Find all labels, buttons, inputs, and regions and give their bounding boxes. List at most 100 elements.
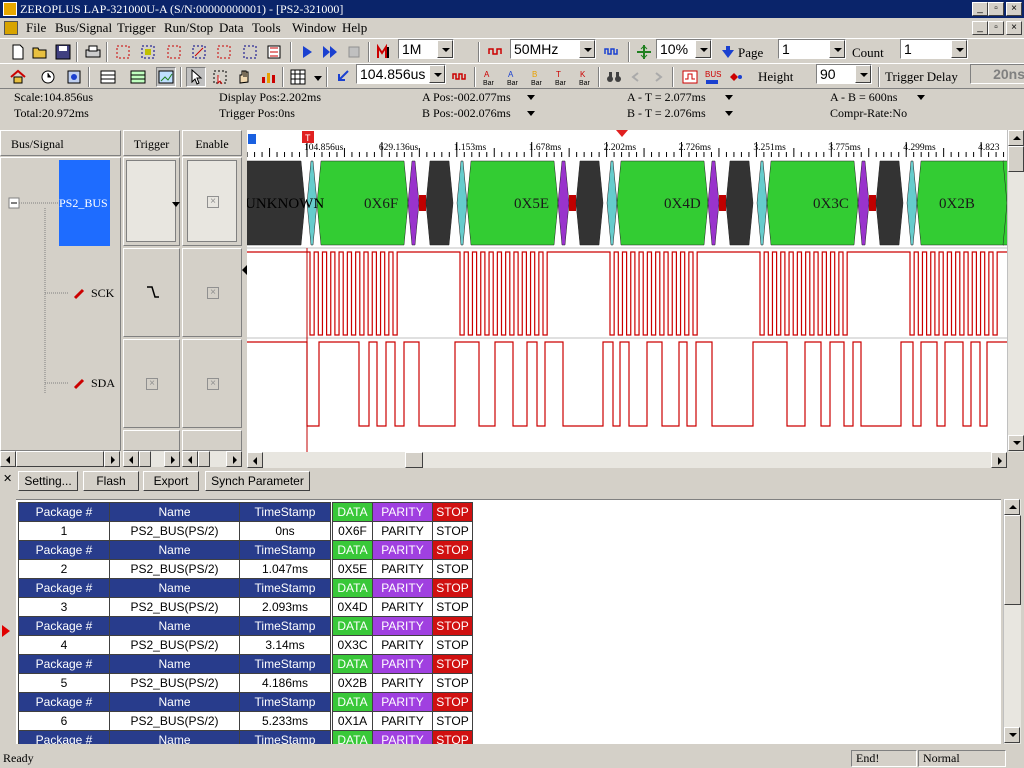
bus-enable-x-icon[interactable]: × <box>207 196 219 208</box>
search-prev-icon[interactable] <box>626 67 646 87</box>
packet-row[interactable]: 6 PS2_BUS(PS/2) 5.233ms 0X1A PARITY STOP <box>18 711 473 731</box>
trigger-tool-3-icon[interactable] <box>164 42 184 62</box>
trigger-settings-icon[interactable] <box>680 67 700 87</box>
sample-rate-select[interactable]: 50MHz <box>510 39 596 59</box>
waveform-hscroll[interactable] <box>247 452 1007 468</box>
close-button[interactable]: × <box>1006 2 1022 16</box>
page-select[interactable]: 1 <box>778 39 846 59</box>
export-button[interactable]: Export <box>143 471 199 491</box>
bus-segment-stop[interactable] <box>869 195 876 211</box>
grid-2-icon[interactable] <box>128 67 148 87</box>
sda-enable-x-icon[interactable]: × <box>207 378 219 390</box>
sck-enable-cell[interactable]: × <box>182 248 242 337</box>
bus-segment-idle[interactable] <box>425 160 454 246</box>
waveform-view[interactable]: 104.856us 629.136us 1.153ms 1.678ms 2.202ms 2… <box>247 130 1007 452</box>
bus-segment-stop[interactable] <box>419 195 426 211</box>
run-repeat-icon[interactable] <box>320 42 340 62</box>
packet-table[interactable]: Package # Name TimeStamp DATA PARITY STO… <box>18 654 473 693</box>
sample-rate-icon[interactable] <box>486 42 506 62</box>
trigger-tool-5-icon[interactable] <box>214 42 234 62</box>
scale-select[interactable]: 104.856us <box>356 64 446 84</box>
packet-table[interactable]: Package # Name TimeStamp DATA PARITY STO… <box>18 616 473 655</box>
menu-run-stop[interactable]: Run/Stop <box>164 20 213 36</box>
memory-icon[interactable] <box>375 42 395 62</box>
print-icon[interactable] <box>83 42 103 62</box>
signal-sda-label[interactable]: SDA <box>91 376 115 391</box>
packet-table[interactable]: Package # Name TimeStamp DATA PARITY STO… <box>18 692 473 731</box>
bus-name-ps2[interactable]: PS2_BUS (P <box>59 160 110 246</box>
menu-tools[interactable]: Tools <box>252 20 281 36</box>
menu-help[interactable]: Help <box>342 20 367 36</box>
bus-segment-idle[interactable] <box>725 160 754 246</box>
sda-waveform[interactable] <box>247 341 1007 427</box>
doc-close-button[interactable]: × <box>1006 21 1022 35</box>
stop-icon[interactable] <box>344 42 364 62</box>
menu-file[interactable]: File <box>26 20 46 36</box>
packet-row[interactable]: 4 PS2_BUS(PS/2) 3.14ms 0X3C PARITY STOP <box>18 635 473 655</box>
clock-icon[interactable] <box>38 67 58 87</box>
run-icon[interactable] <box>297 42 317 62</box>
menu-data[interactable]: Data <box>219 20 244 36</box>
b-minus-t-dropdown[interactable] <box>725 111 733 116</box>
grid-3-icon[interactable] <box>156 67 176 87</box>
signal-panel-hscroll[interactable] <box>0 451 121 467</box>
bus-segment-parity[interactable] <box>857 160 870 246</box>
trigger-panel-hscroll[interactable] <box>123 451 180 467</box>
hand-pan-icon[interactable] <box>234 67 254 87</box>
a-pos-dropdown[interactable] <box>527 95 535 100</box>
goto-position-icon[interactable] <box>332 67 352 87</box>
trigger-tool-6-icon[interactable] <box>240 42 260 62</box>
packet-row[interactable]: 2 PS2_BUS(PS/2) 1.047ms 0X5E PARITY STOP <box>18 559 473 579</box>
zoom-select[interactable]: 10% <box>656 39 712 59</box>
flash-button[interactable]: Flash <box>83 471 139 491</box>
a-minus-b-dropdown[interactable] <box>917 95 925 100</box>
bus-waveform[interactable] <box>247 160 1007 246</box>
bus-segment-parity[interactable] <box>707 160 720 246</box>
packet-row[interactable]: 3 PS2_BUS(PS/2) 2.093ms 0X4D PARITY STOP <box>18 597 473 617</box>
binoculars-icon[interactable] <box>604 67 624 87</box>
bus-enable-cell[interactable]: × <box>182 157 242 246</box>
sda-enable-cell[interactable]: × <box>182 339 242 428</box>
waveform-canvas[interactable]: 104.856us 629.136us 1.153ms 1.678ms 2.202ms 2… <box>247 130 1007 452</box>
zoom-fit-icon[interactable] <box>634 42 654 62</box>
doc-restore-button[interactable]: ▫ <box>988 21 1004 35</box>
bus-segment-idle[interactable] <box>875 160 904 246</box>
sda-trigger-cell[interactable]: × <box>123 339 180 428</box>
packet-list[interactable]: Package # Name TimeStamp DATA PARITY STO… <box>16 499 1001 744</box>
height-select[interactable]: 90 <box>816 64 872 84</box>
bus-trigger-dropdown[interactable] <box>172 202 180 207</box>
save-icon[interactable] <box>53 42 73 62</box>
trigger-tool-7-icon[interactable] <box>264 42 284 62</box>
waveform-vscroll[interactable] <box>1007 130 1024 452</box>
new-file-icon[interactable] <box>8 42 28 62</box>
bus-segment-start[interactable] <box>756 160 768 246</box>
signal-sck-label[interactable]: SCK <box>91 286 114 301</box>
bus-segment-start[interactable] <box>606 160 618 246</box>
packet-table[interactable]: Package # Name TimeStamp DATA PARITY STO… <box>18 502 473 541</box>
bar-b-icon[interactable]: A Bar <box>504 67 524 87</box>
color-settings-icon[interactable] <box>726 67 746 87</box>
waveform-hscroll-thumb[interactable] <box>405 452 423 468</box>
search-next-icon[interactable] <box>648 67 668 87</box>
bus-segment-start[interactable] <box>906 160 918 246</box>
trigger-delay-field[interactable]: 20ns <box>970 64 1024 84</box>
trigger-tool-2-icon[interactable] <box>138 42 158 62</box>
bar-e-icon[interactable]: K Bar <box>576 67 596 87</box>
signal-panel-hscroll-thumb[interactable] <box>16 451 104 467</box>
bus-settings-icon[interactable]: BUS <box>702 67 722 87</box>
grid-1-icon[interactable] <box>98 67 118 87</box>
bus-segment-start[interactable] <box>456 160 468 246</box>
select-area-icon[interactable] <box>210 67 230 87</box>
pointer-icon[interactable] <box>186 67 206 87</box>
waveform-vscroll-thumb[interactable] <box>1008 146 1024 172</box>
packet-table[interactable]: Package # Name TimeStamp DATA PARITY STO… <box>18 578 473 617</box>
packet-table[interactable]: Package # Name TimeStamp DATA PARITY STO… <box>18 730 473 744</box>
menu-bus-signal[interactable]: Bus/Signal <box>55 20 112 36</box>
bus-trigger-cell[interactable] <box>123 157 180 246</box>
home-icon[interactable] <box>8 67 28 87</box>
close-pane-icon[interactable]: ✕ <box>3 472 12 485</box>
open-folder-icon[interactable] <box>30 42 50 62</box>
count-select[interactable]: 1 <box>900 39 968 59</box>
settings-tool-icon[interactable] <box>64 67 84 87</box>
bar-d-icon[interactable]: T Bar <box>552 67 572 87</box>
